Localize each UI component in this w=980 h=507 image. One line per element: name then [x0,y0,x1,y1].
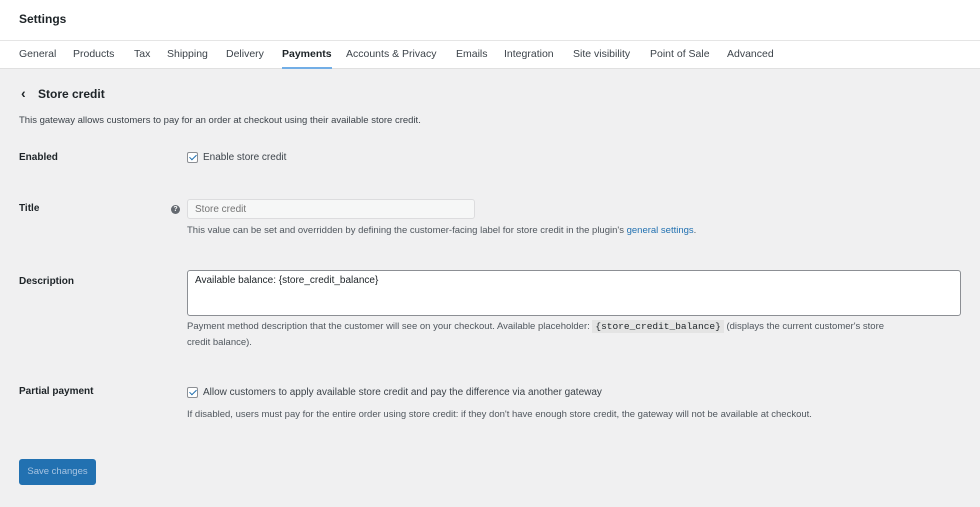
title-help: This value can be set and overridden by … [187,225,696,236]
description-textarea[interactable]: Available balance: {store_credit_balance… [187,270,961,316]
save-changes-button[interactable]: Save changes [19,459,96,485]
page-heading: Settings [19,12,67,26]
enable-store-credit-checkbox[interactable]: Enable store credit [187,152,286,163]
checkbox-label: Allow customers to apply available store… [203,387,602,399]
help-text-end: (displays the current customer's store [723,321,885,332]
tab-point-of-sale[interactable]: Point of Sale [650,48,710,69]
tab-accounts-privacy[interactable]: Accounts & Privacy [346,48,436,69]
back-chevron-icon[interactable]: ‹ [21,85,26,101]
help-text: Payment method description that the cust… [187,321,593,332]
enabled-label: Enabled [19,152,58,163]
tab-general[interactable]: General [19,48,56,69]
tab-payments[interactable]: Payments [282,48,332,69]
tab-delivery[interactable]: Delivery [226,48,264,69]
description-label: Description [19,276,75,287]
tab-tax[interactable]: Tax [134,48,150,69]
help-text-end: . [693,225,697,236]
tab-site-visibility[interactable]: Site visibility [573,48,630,69]
placeholder-code: {store_credit_balance} [592,320,724,333]
tab-shipping[interactable]: Shipping [167,48,208,69]
description-help-line2: credit balance). [187,337,252,348]
settings-tabs: General Products Tax Shipping Delivery P… [0,41,980,69]
header: Settings [0,0,980,41]
checkbox-label: Enable store credit [203,152,287,164]
section-title: Store credit [38,87,105,101]
partial-payment-help: If disabled, users must pay for the enti… [187,409,812,420]
section-intro: This gateway allows customers to pay for… [19,115,421,126]
checkbox-checked-icon[interactable] [187,152,198,163]
tab-products[interactable]: Products [73,48,114,69]
title-input[interactable] [187,199,475,219]
partial-payment-label: Partial payment [19,386,94,397]
tab-emails[interactable]: Emails [456,48,488,69]
general-settings-link[interactable]: general settings [627,225,694,236]
help-text: This value can be set and overridden by … [187,225,627,236]
checkbox-checked-icon[interactable] [187,387,198,398]
help-tooltip-icon[interactable]: ? [171,205,180,214]
tab-integration[interactable]: Integration [504,48,554,69]
title-label: Title [19,203,40,214]
tab-advanced[interactable]: Advanced [727,48,774,69]
partial-payment-checkbox[interactable]: Allow customers to apply available store… [187,387,602,398]
description-help: Payment method description that the cust… [187,320,885,333]
